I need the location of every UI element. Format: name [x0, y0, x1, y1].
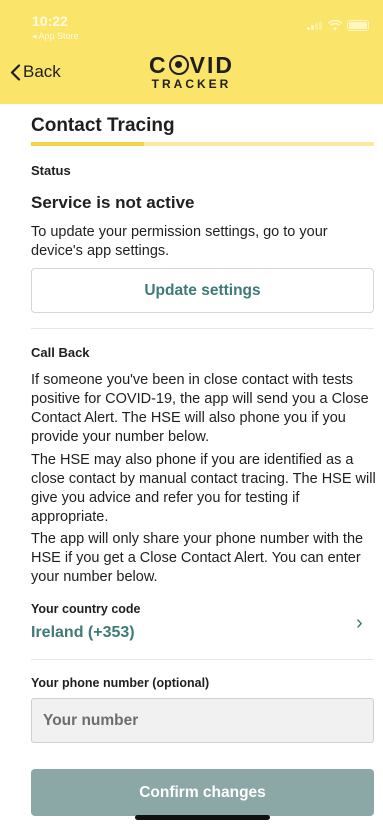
service-status: Service is not active	[31, 193, 195, 212]
phone-number-label: Your phone number (optional)	[31, 676, 210, 690]
page-title: Contact Tracing	[31, 115, 175, 136]
status-icons	[307, 20, 369, 31]
update-settings-button[interactable]: Update settings	[31, 268, 374, 313]
chevron-right-icon[interactable]: ›	[356, 612, 363, 635]
back-to-app-store[interactable]: ◂ App Store	[32, 31, 79, 42]
call-back-paragraph-2: The HSE may also phone if you are identi…	[31, 452, 376, 525]
phone-number-input[interactable]: Your number	[31, 698, 374, 743]
confirm-changes-button[interactable]: Confirm changes	[31, 769, 374, 816]
virus-icon	[168, 55, 189, 75]
permission-instructions: To update your permission settings, go t…	[31, 224, 328, 259]
logo-text-right: VID	[189, 52, 234, 78]
covid-tracker-logo: C VID TRACKER	[0, 53, 383, 91]
signal-icon	[307, 21, 323, 30]
divider	[31, 659, 374, 660]
progress-fill	[31, 142, 145, 146]
country-code-label: Your country code	[31, 602, 141, 616]
logo-subtitle: TRACKER	[151, 77, 232, 91]
status-time: 10:22	[32, 13, 68, 29]
divider	[31, 328, 374, 329]
country-code-value[interactable]: Ireland (+353)	[31, 624, 135, 642]
home-indicator[interactable]	[135, 815, 270, 820]
call-back-paragraph-3: The app will only share your phone numbe…	[31, 531, 364, 585]
progress-bar	[31, 142, 374, 146]
logo-text-left: C	[149, 52, 168, 78]
battery-icon	[347, 20, 369, 31]
wifi-icon	[328, 20, 342, 31]
status-label: Status	[31, 163, 71, 178]
call-back-label: Call Back	[31, 345, 90, 360]
call-back-paragraph-1: If someone you've been in close contact …	[31, 372, 369, 445]
status-bar: 10:22 ◂ App Store	[0, 0, 383, 44]
